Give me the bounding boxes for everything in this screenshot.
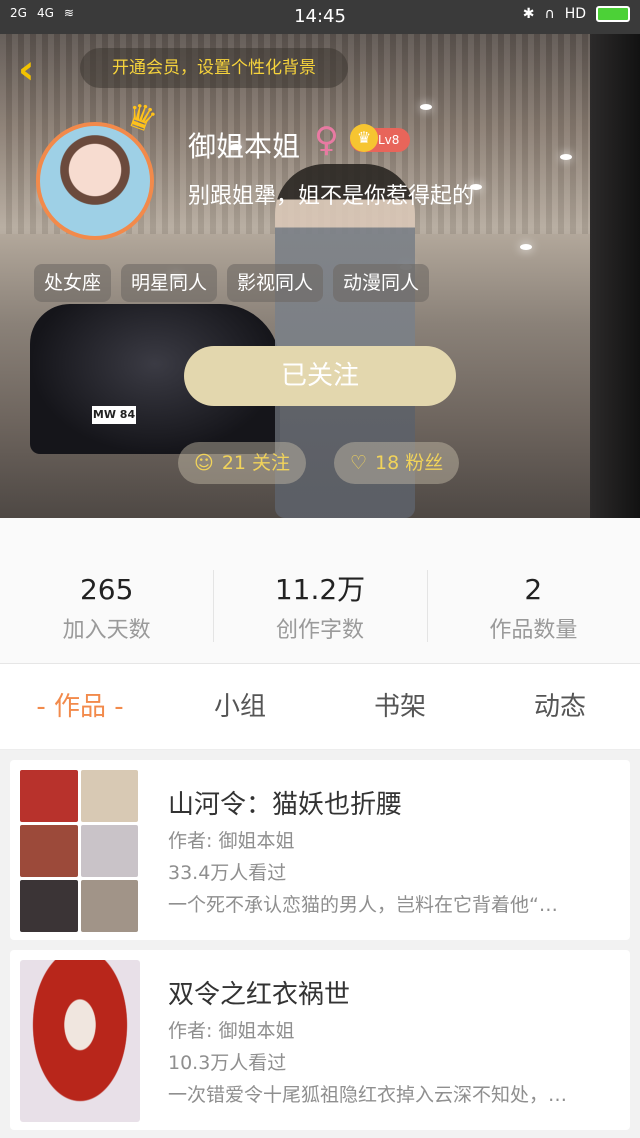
- work-description: 一个死不承认恋猫的男人，岂料在它背着他“…: [168, 894, 558, 916]
- work-item[interactable]: 双令之红衣祸世 作者: 御姐本姐 10.3万人看过 一次错爱令十尾狐祖隐红衣掉入…: [10, 950, 630, 1130]
- bio: 别跟姐犟，姐不是你惹得起的: [188, 184, 475, 209]
- work-item[interactable]: 山河令：猫妖也折腰 作者: 御姐本姐 33.4万人看过 一个死不承认恋猫的男人，…: [10, 760, 630, 940]
- bluetooth-icon: ✱: [522, 6, 535, 22]
- background-pillar: [590, 34, 640, 518]
- stat-word-count: 11.2万 创作字数: [213, 518, 426, 663]
- avatar[interactable]: [36, 122, 154, 240]
- stats-bar: 265 加入天数 11.2万 创作字数 2 作品数量: [0, 518, 640, 664]
- back-button[interactable]: ‹: [18, 50, 54, 92]
- stat-label: 作品数量: [489, 618, 578, 643]
- vip-banner[interactable]: 开通会员，设置个性化背景: [80, 48, 348, 88]
- work-title: 双令之红衣祸世: [168, 980, 351, 1010]
- work-views: 33.4万人看过: [168, 862, 287, 884]
- work-title: 山河令：猫妖也折腰: [168, 790, 403, 820]
- work-views: 10.3万人看过: [168, 1052, 287, 1074]
- battery-icon: [596, 6, 630, 22]
- chevron-left-icon: ‹: [18, 47, 35, 93]
- car-plate: MW 84: [92, 406, 136, 424]
- tag-zodiac[interactable]: 处女座: [34, 264, 112, 302]
- tag-film-fanfic[interactable]: 影视同人: [227, 264, 324, 302]
- tag-celebrity-fanfic[interactable]: 明星同人: [121, 264, 218, 302]
- nickname: 御姐本姐: [188, 130, 301, 163]
- tab-bookshelf[interactable]: 书架: [320, 664, 480, 749]
- stat-value: 265: [79, 573, 134, 606]
- headset-icon: ∩: [544, 6, 555, 22]
- tab-bar: - 作品 - 小组 书架 动态: [0, 664, 640, 750]
- work-cover: [20, 770, 138, 932]
- tag-list: 处女座 明星同人 影视同人 动漫同人: [34, 264, 430, 302]
- female-icon: ♀: [314, 120, 339, 160]
- level-crown-icon: ♛: [350, 124, 378, 152]
- status-icons: ✱ ∩ HD: [523, 6, 630, 22]
- work-description: 一次错爱令十尾狐祖隐红衣掉入云深不知处，…: [168, 1084, 568, 1106]
- fans-label: 18 粉丝: [375, 452, 444, 474]
- add-user-icon: ☺: [194, 452, 214, 474]
- fans-count[interactable]: ♡ 18 粉丝: [334, 442, 460, 484]
- follow-button[interactable]: 已关注: [184, 346, 456, 406]
- work-author: 作者: 御姐本姐: [168, 830, 295, 852]
- stat-value: 2: [524, 573, 543, 606]
- stat-label: 加入天数: [62, 618, 151, 643]
- stat-join-days: 265 加入天数: [0, 518, 213, 663]
- tab-groups[interactable]: 小组: [160, 664, 320, 749]
- hd-call-icon: HD: [564, 6, 586, 22]
- following-label: 21 关注: [221, 452, 291, 474]
- heart-icon: ♡: [350, 452, 368, 474]
- tag-anime-fanfic[interactable]: 动漫同人: [333, 264, 430, 302]
- tab-activity[interactable]: 动态: [480, 664, 640, 749]
- following-count[interactable]: ☺ 21 关注: [178, 442, 307, 484]
- status-bar: 2G 4G ≋ 14:45 ✱ ∩ HD: [0, 0, 640, 34]
- stat-works-count: 2 作品数量: [426, 518, 640, 663]
- stat-value: 11.2万: [274, 573, 366, 606]
- stat-label: 创作字数: [275, 618, 364, 643]
- work-author: 作者: 御姐本姐: [168, 1020, 295, 1042]
- tab-works[interactable]: - 作品 -: [0, 664, 160, 749]
- work-cover: [20, 960, 140, 1122]
